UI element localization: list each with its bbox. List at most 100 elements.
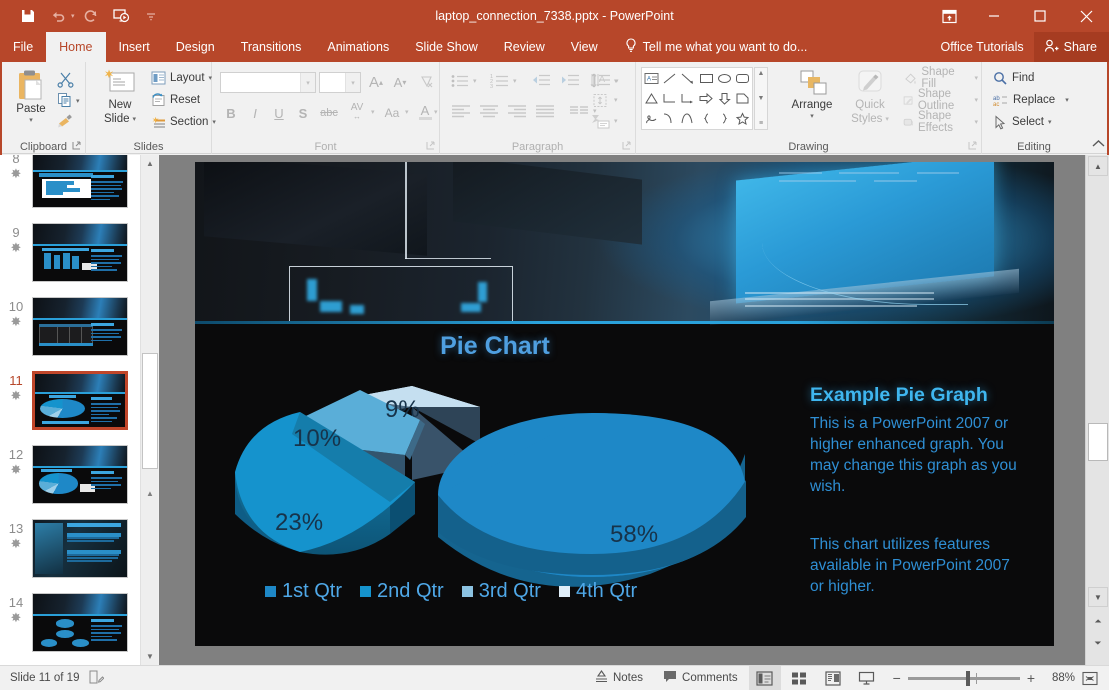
replace-dropdown-icon[interactable]: ▾ xyxy=(1065,96,1069,104)
format-painter-icon[interactable] xyxy=(54,111,76,131)
shape-outline-dropdown-icon[interactable]: ▾ xyxy=(974,96,978,104)
section-button[interactable]: Section ▾ xyxy=(148,111,219,133)
shape-effects-button[interactable]: Shape Effects ▾ xyxy=(900,111,981,133)
new-slide-button[interactable]: New Slide ▾ xyxy=(94,68,146,126)
shape-outline-button[interactable]: Shape Outline ▾ xyxy=(900,89,981,111)
legend-item-4th-qtr[interactable]: 4th Qtr xyxy=(559,580,637,603)
font-dialog-launcher[interactable] xyxy=(425,140,436,151)
thumbnail-item[interactable]: 11 ✸ xyxy=(0,371,138,445)
underline-icon[interactable]: U xyxy=(268,102,290,124)
shape-rectangle-icon[interactable] xyxy=(697,68,715,88)
shape-scribble-icon[interactable] xyxy=(642,109,660,129)
decrease-indent-icon[interactable] xyxy=(528,70,554,92)
copy-dropdown-icon[interactable]: ▾ xyxy=(76,97,80,105)
bullets-dropdown-icon[interactable]: ▾ xyxy=(473,77,477,85)
paste-dropdown-icon[interactable]: ▾ xyxy=(29,116,33,124)
quick-styles-button[interactable]: Quick Styles ▾ xyxy=(844,68,896,126)
character-spacing-dropdown-icon[interactable]: ▾ xyxy=(371,108,375,116)
gallery-scroll-down-icon[interactable]: ▼ xyxy=(758,95,765,102)
numbering-icon[interactable]: 123 xyxy=(486,70,512,92)
shape-elbow-connector-icon[interactable] xyxy=(660,88,678,108)
font-size-dropdown-icon[interactable]: ▾ xyxy=(345,73,360,92)
gallery-scroll-up-icon[interactable]: ▲ xyxy=(758,70,765,77)
legend-item-1st-qtr[interactable]: 1st Qtr xyxy=(265,580,342,603)
minimize-button[interactable] xyxy=(971,0,1017,32)
slide-thumbnail-pane[interactable]: 8 ✸ xyxy=(0,155,140,665)
thumbnail-image[interactable] xyxy=(32,593,128,652)
pie-chart-legend[interactable]: 1st Qtr 2nd Qtr 3rd Qtr 4th Qtr xyxy=(265,580,765,603)
thumbnail-item[interactable]: 12 ✸ xyxy=(0,445,138,519)
redo-icon[interactable] xyxy=(77,3,105,29)
next-slide-icon[interactable]: ⏷ xyxy=(1088,633,1108,653)
thumbnail-image[interactable] xyxy=(32,297,128,356)
maximize-button[interactable] xyxy=(1017,0,1063,32)
convert-to-smartart-icon[interactable] xyxy=(588,110,612,132)
scroll-up-icon[interactable]: ▲ xyxy=(1088,156,1108,176)
reset-button[interactable]: Reset xyxy=(148,89,203,111)
legend-item-3rd-qtr[interactable]: 3rd Qtr xyxy=(462,580,541,603)
change-case-icon[interactable]: Aa xyxy=(380,102,404,124)
align-text-dropdown-icon[interactable]: ▾ xyxy=(614,96,618,104)
paste-button[interactable]: Paste ▾ xyxy=(8,68,54,124)
tab-home[interactable]: Home xyxy=(46,32,105,62)
gallery-more-icon[interactable]: ≡ xyxy=(759,120,763,127)
tab-animations[interactable]: Animations xyxy=(314,32,402,62)
zoom-control[interactable]: − + xyxy=(885,671,1043,685)
undo-icon[interactable] xyxy=(44,3,72,29)
save-icon[interactable] xyxy=(14,3,42,29)
shape-fill-button[interactable]: Shape Fill ▾ xyxy=(900,67,981,89)
numbering-dropdown-icon[interactable]: ▾ xyxy=(513,77,517,85)
bold-icon[interactable]: B xyxy=(220,102,242,124)
shape-line-icon[interactable] xyxy=(660,68,678,88)
thumbnail-scroll-down-icon[interactable]: ▼ xyxy=(142,648,158,665)
tab-review[interactable]: Review xyxy=(491,32,558,62)
customize-qat-icon[interactable] xyxy=(137,3,165,29)
new-slide-dropdown-icon[interactable]: ▾ xyxy=(133,113,137,126)
zoom-out-button[interactable]: − xyxy=(893,671,901,685)
notes-button[interactable]: Notes xyxy=(586,666,652,690)
font-color-icon[interactable]: A xyxy=(415,100,435,124)
fit-slide-to-window-icon[interactable] xyxy=(1077,666,1103,690)
zoom-in-button[interactable]: + xyxy=(1027,671,1035,685)
thumbnail-scrollbar-thumb[interactable] xyxy=(142,353,158,469)
zoom-slider-handle[interactable] xyxy=(966,671,970,686)
thumbnail-image[interactable] xyxy=(32,445,128,504)
tab-insert[interactable]: Insert xyxy=(106,32,163,62)
arrange-dropdown-icon[interactable]: ▾ xyxy=(810,112,814,120)
thumbnail-item[interactable]: 8 ✸ xyxy=(0,155,138,223)
align-left-icon[interactable] xyxy=(448,100,474,122)
account-name[interactable]: Office Tutorials xyxy=(931,40,1034,54)
shape-arc-icon[interactable] xyxy=(679,109,697,129)
slide-indicator[interactable]: Slide 11 of 19 xyxy=(10,672,79,684)
view-slide-show-button[interactable] xyxy=(851,666,883,690)
italic-icon[interactable]: I xyxy=(244,102,266,124)
font-name-combo[interactable]: ▾ xyxy=(220,72,316,93)
slide-vertical-scrollbar[interactable]: ▲ ▼ ⏶ ⏷ xyxy=(1085,155,1109,665)
shape-fill-dropdown-icon[interactable]: ▾ xyxy=(974,74,978,82)
shape-left-brace-icon[interactable] xyxy=(697,109,715,129)
thumbnail-image[interactable] xyxy=(32,519,128,578)
scroll-down-icon[interactable]: ▼ xyxy=(1088,587,1108,607)
clear-formatting-icon[interactable] xyxy=(417,71,437,93)
thumbnail-scrollbar[interactable]: ▲ ▲ ▼ xyxy=(140,155,158,665)
change-case-dropdown-icon[interactable]: ▾ xyxy=(405,108,409,116)
share-button[interactable]: Share xyxy=(1034,32,1109,62)
quick-styles-dropdown-icon[interactable]: ▾ xyxy=(885,113,889,126)
zoom-level[interactable]: 88% xyxy=(1045,672,1075,684)
tab-transitions[interactable]: Transitions xyxy=(228,32,315,62)
ribbon-display-options-icon[interactable] xyxy=(927,0,971,32)
side-paragraph-1[interactable]: This is a PowerPoint 2007 or higher enha… xyxy=(810,413,1025,497)
text-shadow-icon[interactable]: S xyxy=(292,102,314,124)
align-right-icon[interactable] xyxy=(504,100,530,122)
comments-button[interactable]: Comments xyxy=(654,666,747,690)
pie-chart[interactable]: 9% 10% 23% 58% xyxy=(230,362,760,597)
copy-icon[interactable] xyxy=(54,90,76,110)
font-name-dropdown-icon[interactable]: ▾ xyxy=(300,73,315,92)
text-direction-dropdown-icon[interactable]: ▾ xyxy=(614,77,618,85)
arrange-button[interactable]: Arrange ▾ xyxy=(784,68,840,120)
shape-oval-icon[interactable] xyxy=(715,68,733,88)
select-dropdown-icon[interactable]: ▾ xyxy=(1048,118,1052,126)
shape-textbox-icon[interactable]: A xyxy=(642,68,660,88)
select-button[interactable]: Select ▾ xyxy=(990,111,1054,133)
font-size-combo[interactable]: ▾ xyxy=(319,72,361,93)
